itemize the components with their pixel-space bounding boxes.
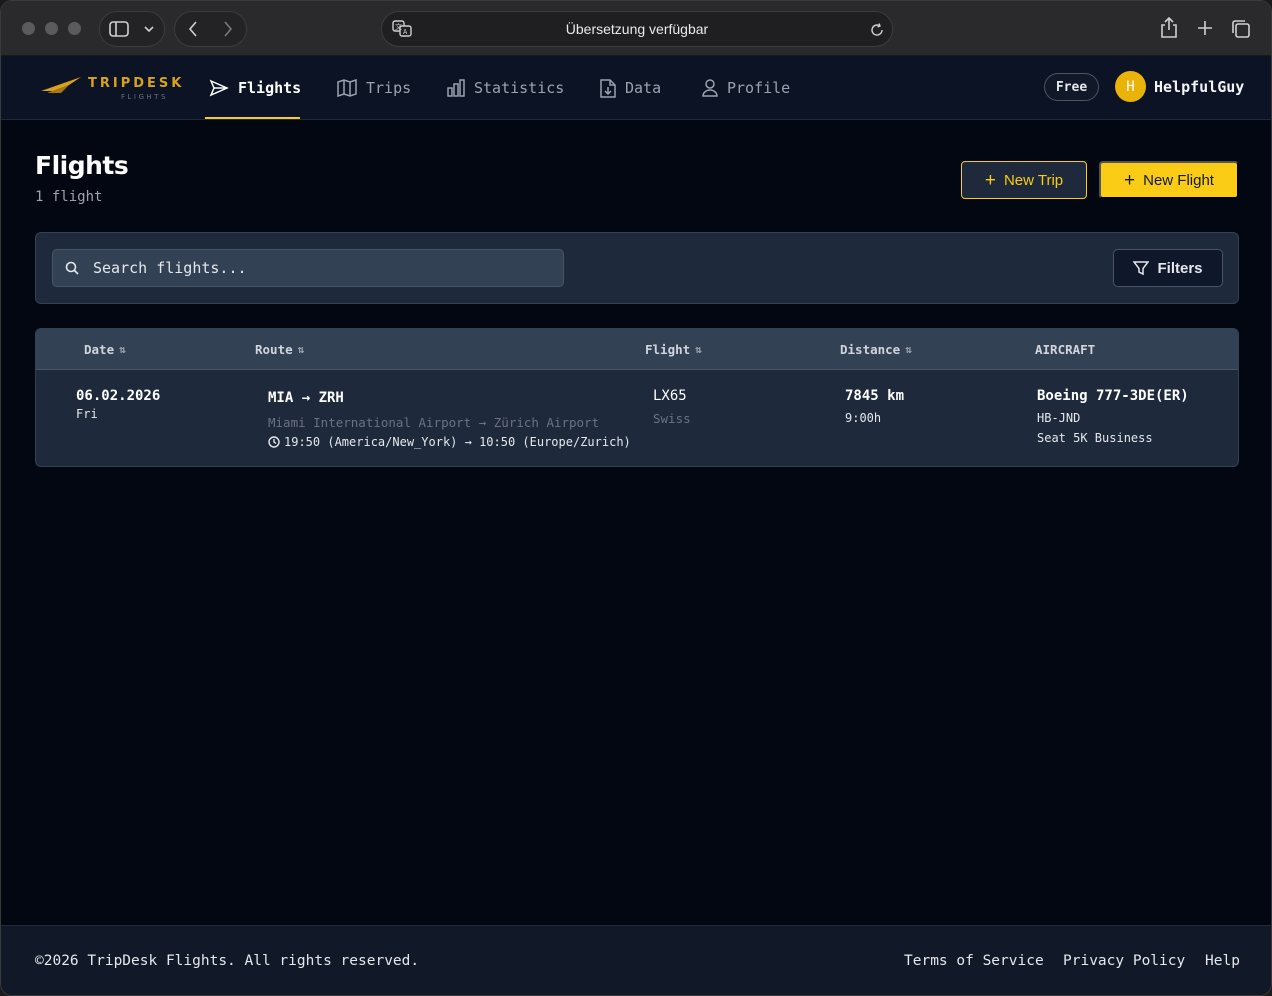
new-tab-icon[interactable] — [1197, 20, 1213, 36]
flight-number: LX65 — [653, 388, 687, 404]
flight-date: 06.02.2026 — [76, 388, 161, 404]
column-aircraft-label: AIRCRAFT — [1035, 342, 1096, 357]
sort-icon: ⇅ — [119, 343, 126, 356]
address-bar[interactable]: 文A Übersetzung verfügbar — [381, 11, 893, 47]
nav-trips-label: Trips — [366, 79, 412, 97]
search-panel: Filters — [35, 232, 1239, 304]
plane-wing-icon — [41, 77, 81, 93]
footer: ©2026 TripDesk Flights. All rights reser… — [1, 925, 1271, 995]
column-date-label: Date — [84, 342, 115, 357]
column-header-aircraft: AIRCRAFT — [1035, 342, 1095, 357]
brand-sub: FLIGHTS — [121, 93, 168, 101]
column-header-flight[interactable]: Flight ⇅ — [645, 342, 702, 357]
forward-icon[interactable] — [211, 12, 247, 46]
table-row[interactable]: 06.02.2026 Fri MIA → ZRH Miami Internati… — [36, 370, 1238, 466]
address-text: Übersetzung verfügbar — [565, 21, 709, 37]
username[interactable]: HelpfulGuy — [1154, 78, 1244, 96]
clock-icon — [268, 436, 280, 448]
active-tab-indicator — [205, 117, 300, 119]
browser-toolbar: 文A Übersetzung verfügbar — [1, 1, 1271, 56]
brand-logo[interactable]: TRIPDESK FLIGHTS — [39, 73, 181, 105]
history-nav-group — [174, 11, 247, 47]
nav-data[interactable]: Data — [600, 56, 661, 120]
minimize-window-button[interactable] — [45, 22, 58, 35]
back-icon[interactable] — [175, 12, 211, 46]
aircraft-type: Boeing 777-3DE(ER) — [1037, 388, 1189, 404]
flight-duration: 9:00h — [845, 411, 882, 425]
app-navbar: TRIPDESK FLIGHTS Flights Trips Statistic… — [1, 56, 1271, 120]
tab-overview-icon[interactable] — [1231, 19, 1251, 39]
flight-distance: 7845 km — [845, 388, 905, 404]
column-header-route[interactable]: Route ⇅ — [255, 342, 304, 357]
seat-info: Seat 5K Business — [1037, 431, 1153, 445]
file-import-icon — [600, 78, 616, 98]
sort-icon: ⇅ — [905, 343, 912, 356]
column-header-distance[interactable]: Distance ⇅ — [840, 342, 912, 357]
flight-times-text: 19:50 (America/New_York) → 10:50 (Europe… — [284, 435, 631, 449]
flight-route: MIA → ZRH — [268, 390, 344, 406]
bar-chart-icon — [447, 79, 465, 97]
help-link[interactable]: Help — [1205, 953, 1240, 969]
sort-icon: ⇅ — [695, 343, 702, 356]
chevron-down-icon[interactable] — [138, 12, 160, 46]
nav-trips[interactable]: Trips — [337, 56, 411, 120]
nav-flights[interactable]: Flights — [209, 56, 301, 120]
flight-weekday: Fri — [76, 407, 98, 421]
sidebar-toggle-group — [99, 11, 165, 47]
reload-icon[interactable] — [870, 22, 884, 41]
browser-window: 文A Übersetzung verfügbar TRIPDESK FLIGHT… — [0, 0, 1272, 996]
flights-table: Date ⇅ Route ⇅ Flight ⇅ Distance ⇅ AIRCRAFT … — [35, 328, 1239, 467]
close-window-button[interactable] — [22, 22, 35, 35]
nav-statistics[interactable]: Statistics — [447, 56, 564, 120]
column-flight-label: Flight — [645, 342, 691, 357]
filters-label: Filters — [1157, 259, 1203, 277]
avatar[interactable]: H — [1115, 71, 1146, 102]
new-flight-label: New Flight — [1143, 171, 1214, 189]
search-input[interactable] — [93, 259, 533, 277]
sidebar-icon[interactable] — [100, 12, 138, 46]
flight-airports: Miami International Airport → Zürich Air… — [268, 415, 600, 430]
nav-flights-label: Flights — [238, 79, 302, 97]
column-header-date[interactable]: Date ⇅ — [84, 342, 126, 357]
zoom-window-button[interactable] — [68, 22, 81, 35]
filters-button[interactable]: Filters — [1113, 249, 1223, 287]
new-flight-button[interactable]: + New Flight — [1099, 161, 1239, 199]
plus-icon: + — [984, 169, 996, 191]
copyright: ©2026 TripDesk Flights. All rights reser… — [35, 953, 420, 969]
filter-icon — [1133, 261, 1150, 276]
aircraft-registration: HB-JND — [1037, 411, 1081, 425]
search-box[interactable] — [52, 249, 564, 287]
airline: Swiss — [653, 411, 691, 426]
map-icon — [337, 79, 357, 97]
nav-data-label: Data — [625, 79, 662, 97]
send-icon — [209, 79, 229, 97]
new-trip-button[interactable]: + New Trip — [961, 161, 1087, 199]
user-icon — [702, 79, 718, 97]
flight-times: 19:50 (America/New_York) → 10:50 (Europe… — [268, 435, 631, 449]
flight-count: 1 flight — [35, 189, 103, 205]
nav-statistics-label: Statistics — [474, 79, 565, 97]
page-title: Flights — [35, 151, 129, 180]
nav-profile-label: Profile — [727, 79, 791, 97]
table-header: Date ⇅ Route ⇅ Flight ⇅ Distance ⇅ AIRCRAFT — [36, 329, 1238, 370]
terms-link[interactable]: Terms of Service — [904, 953, 1044, 969]
privacy-link[interactable]: Privacy Policy — [1063, 953, 1185, 969]
nav-profile[interactable]: Profile — [702, 56, 790, 120]
brand-name: TRIPDESK — [88, 76, 185, 91]
plus-icon: + — [1124, 169, 1136, 191]
new-trip-label: New Trip — [1003, 171, 1064, 189]
share-icon[interactable] — [1159, 17, 1179, 39]
plan-badge: Free — [1044, 73, 1099, 101]
sort-icon: ⇅ — [297, 343, 305, 356]
column-distance-label: Distance — [840, 342, 901, 357]
column-route-label: Route — [255, 342, 293, 357]
search-icon — [65, 261, 79, 275]
